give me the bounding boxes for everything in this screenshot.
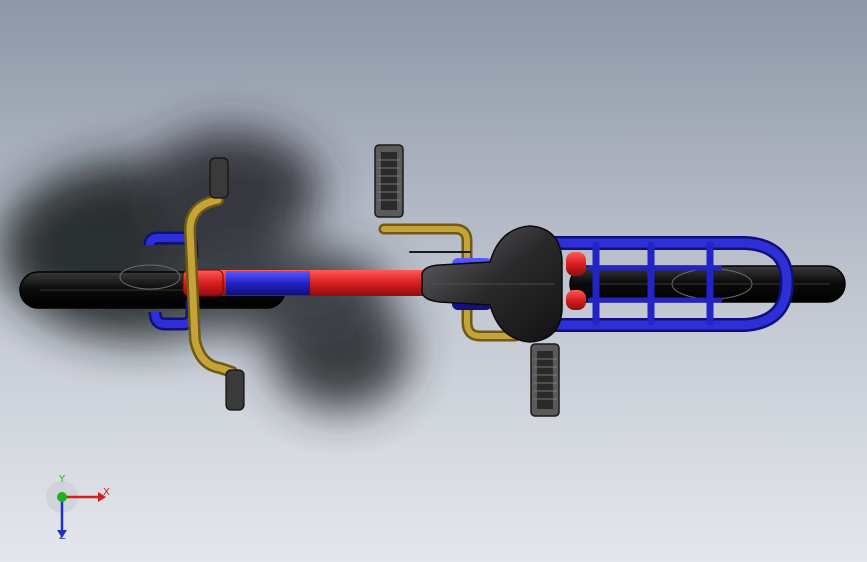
axis-x-label: X — [103, 487, 110, 498]
saddle[interactable] — [421, 225, 563, 343]
bicycle-model[interactable] — [0, 0, 867, 562]
pedal-right[interactable] — [530, 343, 560, 417]
reference-triad: X Y Z — [40, 475, 120, 550]
pedal-left[interactable] — [374, 144, 404, 218]
axis-y-label: Y — [59, 474, 66, 485]
y-axis-dot — [57, 492, 67, 502]
axis-z-label: Z — [59, 531, 66, 542]
main-frame-tube[interactable] — [182, 269, 433, 297]
graphics-viewport[interactable]: X Y Z — [0, 0, 867, 562]
